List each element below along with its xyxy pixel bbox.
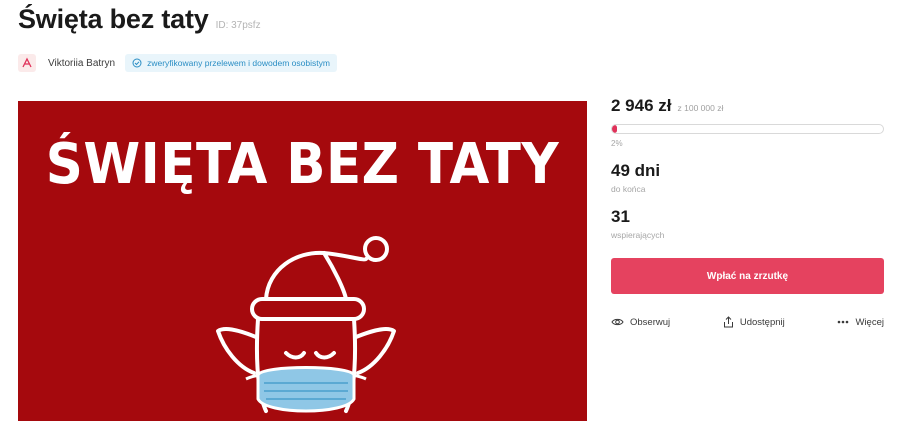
verified-text: zweryfikowany przelewem i dowodem osobis… <box>147 58 330 68</box>
more-button[interactable]: Więcej <box>837 316 884 328</box>
days-left-label: do końca <box>611 184 646 194</box>
supporters-label: wspierających <box>611 230 665 240</box>
check-circle-icon <box>132 58 142 68</box>
actions-row: Obserwuj Udostępnij Więcej <box>611 316 884 328</box>
campaign-banner: ŚWIĘTA BEZ TATY <box>18 101 587 421</box>
days-left: 49 dni <box>611 161 661 180</box>
fundraiser-id: ID: 37psfz <box>215 20 261 31</box>
observe-label: Obserwuj <box>630 316 671 328</box>
amount-row: 2 946 zł z 100 000 zł <box>611 96 884 116</box>
raised-amount: 2 946 zł <box>611 96 672 115</box>
progress-fill <box>612 125 618 133</box>
supporters-count: 31 <box>611 207 630 226</box>
observe-button[interactable]: Obserwuj <box>611 316 670 328</box>
progress-percent: 2% <box>611 139 623 148</box>
eye-icon <box>611 318 624 326</box>
page-title: Święta bez taty <box>18 4 209 34</box>
verified-badge: zweryfikowany przelewem i dowodem osobis… <box>125 54 337 72</box>
logo-icon <box>22 57 32 68</box>
elf-mask-illustration <box>216 236 396 413</box>
title-row: Święta bez taty ID: 37psfz <box>18 4 261 35</box>
funding-panel: 2 946 zł z 100 000 zł 2% 49 dni do końca… <box>611 96 884 328</box>
author-row: Viktoriia Batryn zweryfikowany przelewem… <box>18 54 337 72</box>
banner-text: ŚWIĘTA BEZ TATY <box>45 132 560 197</box>
donate-button[interactable]: Wpłać na zrzutkę <box>611 258 884 294</box>
dots-icon <box>838 320 849 324</box>
avatar[interactable] <box>18 54 36 72</box>
goal-amount: z 100 000 zł <box>677 103 724 113</box>
author-name[interactable]: Viktoriia Batryn <box>48 58 115 69</box>
progress-bar <box>611 124 884 134</box>
share-label: Udostępnij <box>739 316 785 328</box>
share-icon <box>723 316 733 328</box>
share-button[interactable]: Udostępnij <box>723 316 785 328</box>
more-label: Więcej <box>855 316 884 328</box>
